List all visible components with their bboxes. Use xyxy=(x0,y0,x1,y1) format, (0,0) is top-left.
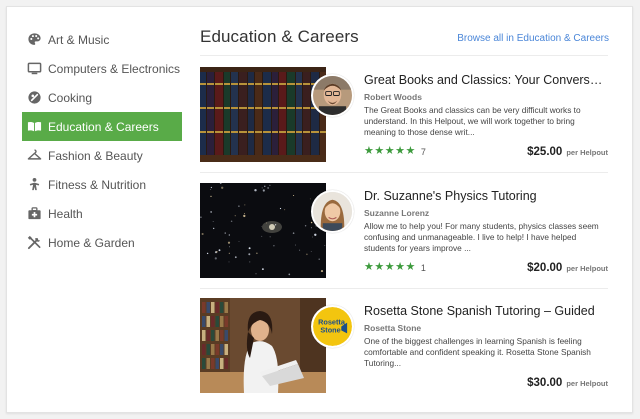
bookshelf-image[interactable] xyxy=(200,67,326,162)
fitness-icon xyxy=(27,177,42,192)
listing-description: Allow me to help you! For many students,… xyxy=(364,221,599,254)
sidebar-item-label: Fitness & Nutrition xyxy=(48,177,147,192)
monitor-icon xyxy=(27,61,42,76)
listing-title[interactable]: Rosetta Stone Spanish Tutoring – Guided xyxy=(364,304,608,318)
student-laptop-image[interactable] xyxy=(200,298,326,393)
sidebar-item-computers-electronics[interactable]: Computers & Electronics xyxy=(22,54,182,83)
book-icon xyxy=(27,119,42,134)
star-icon: ★ xyxy=(384,261,395,273)
sidebar-item-label: Computers & Electronics xyxy=(48,61,181,76)
person-avatar-man[interactable] xyxy=(311,74,354,117)
sidebar-item-education-careers[interactable]: Education & Careers xyxy=(22,112,182,141)
star-icon: ★ xyxy=(374,145,385,157)
price: $20.00 per Helpout xyxy=(527,262,608,274)
star-icon: ★ xyxy=(374,261,385,273)
star-icon: ★ xyxy=(405,261,416,273)
star-icon: ★ xyxy=(364,261,374,273)
sidebar-item-label: Fashion & Beauty xyxy=(48,148,143,163)
page-title: Education & Careers xyxy=(200,27,359,46)
listing-author[interactable]: Rosetta Stone xyxy=(364,323,421,333)
listing-title[interactable]: Dr. Suzanne's Physics Tutoring xyxy=(364,189,608,203)
header-divider xyxy=(200,55,608,56)
star-icon: ★ xyxy=(395,261,405,273)
star-icon: ★ xyxy=(405,145,416,157)
sidebar-item-label: Education & Careers xyxy=(48,119,159,134)
listing-title[interactable]: Great Books and Classics: Your Conversat… xyxy=(364,73,608,87)
sidebar-item-health[interactable]: Health xyxy=(22,199,182,228)
cooking-icon xyxy=(27,90,42,105)
star-icon: ★ xyxy=(395,145,405,157)
sidebar-item-fashion-beauty[interactable]: Fashion & Beauty xyxy=(22,141,182,170)
sidebar-item-cooking[interactable]: Cooking xyxy=(22,83,182,112)
price: $25.00 per Helpout xyxy=(527,146,608,158)
star-icon: ★ xyxy=(384,145,395,157)
sidebar-item-label: Art & Music xyxy=(48,32,110,47)
palette-icon xyxy=(27,32,42,47)
listing-author[interactable]: Suzanne Lorenz xyxy=(364,208,429,218)
price-value: $20.00 xyxy=(527,262,563,274)
rosetta-stone-logo[interactable]: Rosetta Stone xyxy=(311,305,354,348)
category-sidebar: Art & Music Computers & Electronics Cook… xyxy=(22,25,182,257)
hanger-icon xyxy=(27,148,42,163)
listing-description: The Great Books and classics can be very… xyxy=(364,105,581,138)
medical-kit-icon xyxy=(27,206,42,221)
galaxy-image[interactable] xyxy=(200,183,326,278)
star-rating: ★ ★ ★ ★ ★ 1 xyxy=(364,262,426,273)
listing-item[interactable]: Dr. Suzanne's Physics Tutoring Suzanne L… xyxy=(200,183,608,278)
star-icon: ★ xyxy=(364,145,374,157)
listing-item[interactable]: Rosetta Stone Rosetta Stone Spanish Tuto… xyxy=(200,298,608,393)
review-count: 1 xyxy=(420,262,426,273)
listing-author[interactable]: Robert Woods xyxy=(364,92,422,102)
sidebar-item-fitness-nutrition[interactable]: Fitness & Nutrition xyxy=(22,170,182,199)
sidebar-item-label: Home & Garden xyxy=(48,235,135,250)
price-value: $30.00 xyxy=(527,377,563,389)
person-avatar-woman[interactable] xyxy=(311,190,354,233)
price-unit: per Helpout xyxy=(566,379,608,388)
sidebar-item-art-music[interactable]: Art & Music xyxy=(22,25,182,54)
listing-item[interactable]: Great Books and Classics: Your Conversat… xyxy=(200,67,608,162)
price-unit: per Helpout xyxy=(566,148,608,157)
tools-icon xyxy=(27,235,42,250)
price-value: $25.00 xyxy=(527,146,563,158)
browse-all-link[interactable]: Browse all in Education & Careers xyxy=(457,33,609,44)
review-count: 7 xyxy=(420,146,426,157)
star-rating: ★ ★ ★ ★ ★ 7 xyxy=(364,146,426,157)
listing-divider xyxy=(200,172,608,173)
listing-description: One of the biggest challenges in learnin… xyxy=(364,336,591,369)
sidebar-item-label: Cooking xyxy=(48,90,93,105)
price: $30.00 per Helpout xyxy=(527,377,608,389)
sidebar-item-home-garden[interactable]: Home & Garden xyxy=(22,228,182,257)
listing-divider xyxy=(200,288,608,289)
price-unit: per Helpout xyxy=(566,264,608,273)
svg-text:Stone: Stone xyxy=(320,325,340,334)
sidebar-item-label: Health xyxy=(48,206,83,221)
